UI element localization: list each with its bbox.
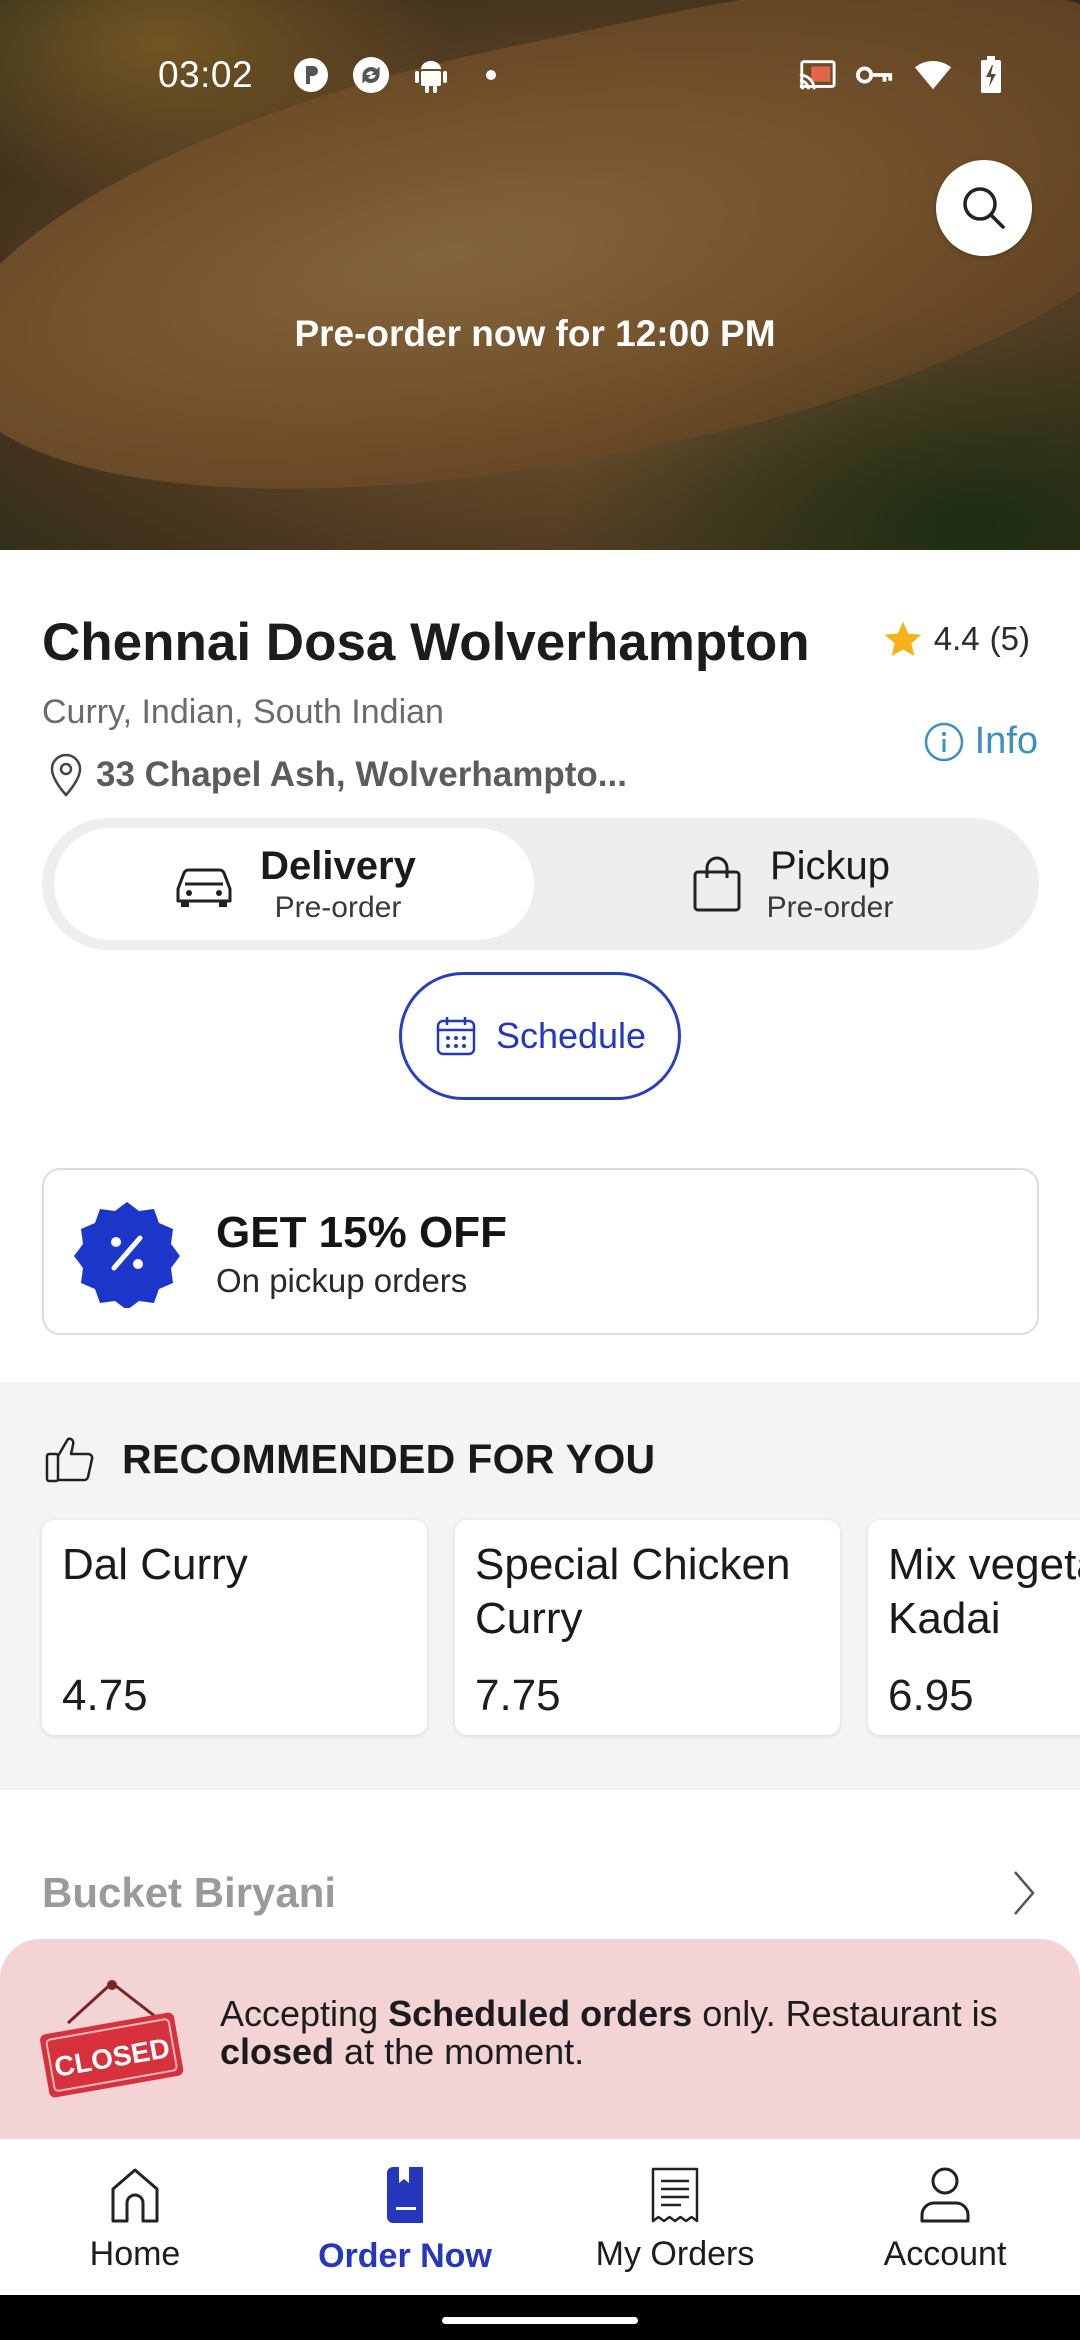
address[interactable]: 33 Chapel Ash, Wolverhampto... xyxy=(46,752,627,798)
recommended-section: RECOMMENDED FOR YOU Dal Curry 4.75 Speci… xyxy=(0,1382,1080,1790)
battery-charging-icon xyxy=(972,56,1010,94)
closed-banner: CLOSED Accepting Scheduled orders only. … xyxy=(0,1939,1080,2139)
recommended-card[interactable]: Dal Curry 4.75 xyxy=(42,1520,427,1735)
nav-home-label: Home xyxy=(89,2235,181,2273)
schedule-label: Schedule xyxy=(495,1015,647,1056)
rating: 4.4 (5) xyxy=(882,618,1030,660)
recommended-card[interactable]: Special Chicken Curry 7.75 xyxy=(455,1520,840,1735)
chevron-right-icon xyxy=(1014,1871,1035,1915)
person-icon xyxy=(920,2167,970,2223)
recommended-item-price: 6.95 xyxy=(888,1671,974,1720)
rating-count: (5) xyxy=(989,620,1030,657)
search-button[interactable] xyxy=(936,160,1032,256)
closed-message: Accepting Scheduled orders only. Restaur… xyxy=(220,1993,998,2072)
search-icon xyxy=(963,187,1005,229)
hero-banner: 03:02 Pre-order now for 12:00 PM xyxy=(0,0,1080,550)
pickup-title: Pickup xyxy=(769,843,891,888)
cuisines: Curry, Indian, South Indian xyxy=(42,693,444,731)
category-name: Bucket Biryani xyxy=(42,1869,337,1916)
recommended-list: Dal Curry 4.75 Special Chicken Curry 7.7… xyxy=(42,1520,1080,1735)
calendar-icon xyxy=(436,1017,476,1056)
order-mode-toggle: Delivery Pre-order Pickup Pre-order xyxy=(42,818,1039,950)
nav-account-label: Account xyxy=(883,2235,1007,2273)
recommended-item-price: 4.75 xyxy=(62,1671,148,1720)
promo-card[interactable]: GET 15% OFF On pickup orders xyxy=(42,1168,1039,1335)
recommended-item-name: Mix vegetable Kadai xyxy=(888,1540,1080,1643)
wifi-icon xyxy=(914,56,952,94)
cast-icon xyxy=(798,56,836,94)
receipt-icon xyxy=(651,2167,699,2223)
promo-subtitle: On pickup orders xyxy=(216,1262,468,1299)
nav-order-now[interactable]: Order Now xyxy=(270,2139,540,2295)
nav-home[interactable]: Home xyxy=(0,2139,270,2295)
info-label: Info xyxy=(974,720,1038,762)
status-time: 03:02 xyxy=(158,54,254,95)
preorder-banner-text: Pre-order now for 12:00 PM xyxy=(294,313,776,354)
schedule-button[interactable]: Schedule xyxy=(399,972,681,1100)
sync-app-icon xyxy=(352,56,390,94)
pickup-option[interactable]: Pickup Pre-order xyxy=(552,828,1032,940)
home-icon xyxy=(111,2168,159,2223)
bottom-nav: Home Order Now My Orders Account xyxy=(0,2139,1080,2295)
vpn-key-icon xyxy=(856,56,894,94)
car-icon xyxy=(176,868,232,907)
status-bar: 03:02 xyxy=(0,40,1080,110)
recommended-item-name: Dal Curry xyxy=(62,1540,248,1589)
recommended-card[interactable]: Mix vegetable Kadai 6.95 xyxy=(868,1520,1080,1735)
delivery-title: Delivery xyxy=(260,843,416,888)
pickup-subtitle: Pre-order xyxy=(766,890,894,924)
delivery-subtitle: Pre-order xyxy=(274,890,402,924)
p-app-icon xyxy=(292,56,330,94)
rating-value: 4.4 xyxy=(933,620,980,657)
info-button[interactable]: Info xyxy=(923,720,1038,763)
recommended-item-price: 7.75 xyxy=(475,1671,561,1720)
closed-sign-icon: CLOSED xyxy=(40,1980,184,2098)
home-gesture-pill[interactable] xyxy=(442,2317,638,2324)
nav-order-now-label: Order Now xyxy=(318,2237,492,2275)
location-pin-icon xyxy=(50,753,82,797)
category-row[interactable]: Bucket Biryani xyxy=(42,1858,1039,1928)
restaurant-name: Chennai Dosa Wolverhampton xyxy=(42,613,810,672)
nav-account[interactable]: Account xyxy=(810,2139,1080,2295)
recommended-item-name: Special Chicken Curry xyxy=(475,1540,791,1643)
dot-icon xyxy=(472,56,510,94)
shopping-bag-icon xyxy=(693,856,741,912)
star-icon xyxy=(884,621,922,657)
order-book-icon xyxy=(387,2167,423,2223)
delivery-option[interactable]: Delivery Pre-order xyxy=(54,828,534,940)
nav-my-orders-label: My Orders xyxy=(595,2235,755,2273)
percent-badge-icon xyxy=(74,1202,180,1308)
promo-title: GET 15% OFF xyxy=(216,1208,507,1257)
address-text: 33 Chapel Ash, Wolverhampto... xyxy=(96,755,627,794)
android-icon xyxy=(412,56,450,94)
nav-my-orders[interactable]: My Orders xyxy=(540,2139,810,2295)
info-icon xyxy=(924,722,963,761)
